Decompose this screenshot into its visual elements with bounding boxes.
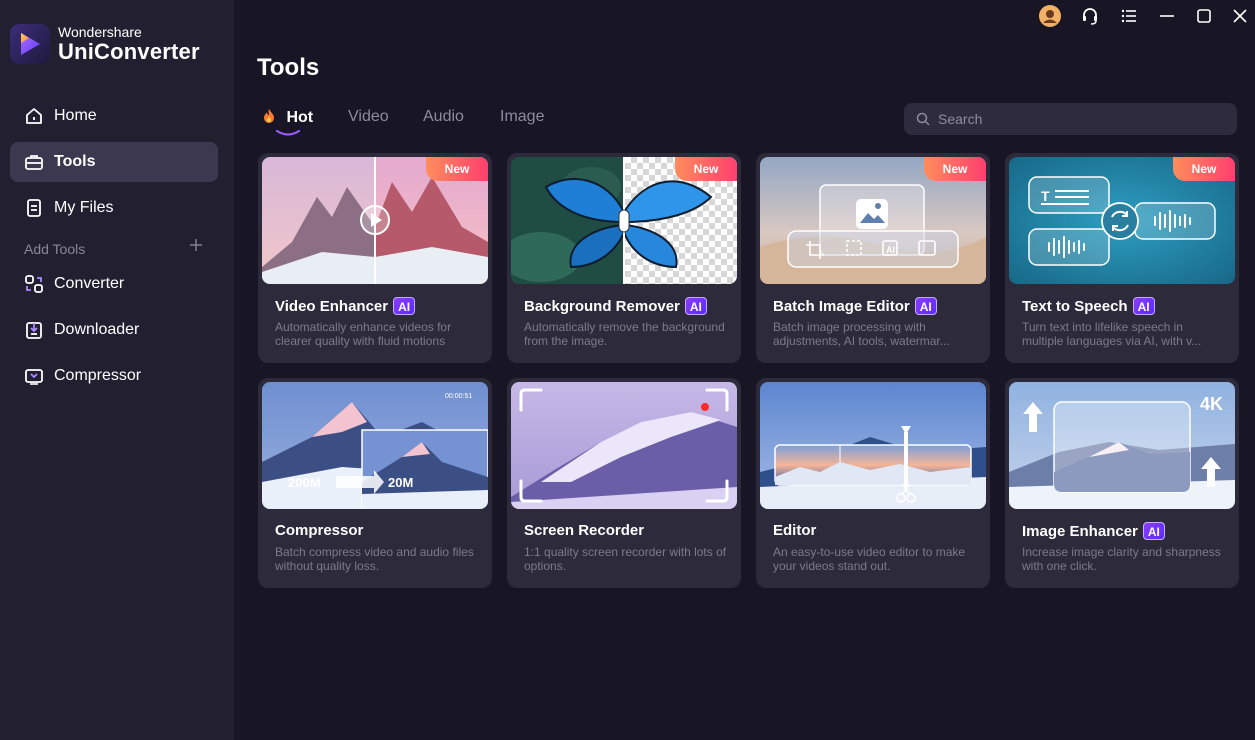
ai-badge: AI <box>393 297 416 315</box>
tool-card-screen-recorder[interactable]: Screen Recorder 1:1 quality screen recor… <box>507 378 741 588</box>
compressor-icon <box>24 366 44 386</box>
maximize-icon[interactable] <box>1192 4 1216 28</box>
new-badge: New <box>426 157 488 181</box>
tool-card-video-enhancer[interactable]: New Video Enhancer AI Automatically enha… <box>258 153 492 363</box>
sidebar-item-label: Tools <box>54 153 96 170</box>
product-name: UniConverter <box>58 39 200 64</box>
ai-badge: AI <box>914 297 937 315</box>
background-remover-thumbnail: New <box>511 157 737 284</box>
tool-card-text-to-speech[interactable]: T New Text to Speech AI Turn text into l… <box>1005 153 1239 363</box>
search-icon <box>916 112 930 126</box>
card-title: Video Enhancer AI <box>275 297 416 315</box>
card-title: Text to Speech AI <box>1022 297 1155 315</box>
tool-card-editor[interactable]: Editor An easy-to-use video editor to ma… <box>756 378 990 588</box>
card-description: An easy-to-use video editor to make your… <box>773 545 966 573</box>
card-description: Turn text into lifelike speech in multip… <box>1022 320 1202 348</box>
search-input[interactable] <box>938 111 1218 127</box>
ai-badge: AI <box>1142 522 1165 540</box>
add-tools-label: Add Tools <box>24 241 86 257</box>
close-icon[interactable] <box>1228 4 1252 28</box>
search-box[interactable] <box>904 103 1237 135</box>
tool-card-batch-image-editor[interactable]: AI New Batch Image Editor AI Batch image… <box>756 153 990 363</box>
text-to-speech-thumbnail: T New <box>1009 157 1235 284</box>
menu-list-icon[interactable] <box>1117 4 1141 28</box>
converter-icon <box>24 274 44 294</box>
add-tools-plus-icon[interactable] <box>188 237 204 253</box>
tab-audio[interactable]: Audio <box>423 108 464 126</box>
screen-recorder-thumbnail <box>511 382 737 509</box>
tool-card-background-remover[interactable]: New Background Remover AI Automatically … <box>507 153 741 363</box>
card-title-text: Screen Recorder <box>524 522 645 539</box>
sidebar: Wondershare UniConverter Home Tools My F… <box>0 0 234 740</box>
svg-text:AI: AI <box>886 245 895 255</box>
tool-card-image-enhancer[interactable]: 4K Image Enhancer AI Increase image clar… <box>1005 378 1239 588</box>
svg-text:T: T <box>1041 188 1050 204</box>
image-enhancer-thumbnail: 4K <box>1009 382 1235 509</box>
compress-to-size: 20M <box>388 475 413 490</box>
downloader-icon <box>24 320 44 340</box>
compress-from-size: 200M <box>288 475 321 490</box>
fire-icon <box>262 108 276 124</box>
ai-badge: AI <box>684 297 707 315</box>
card-title-text: Text to Speech <box>1022 297 1128 315</box>
page-title: Tools <box>257 54 320 81</box>
sidebar-item-label: My Files <box>54 199 114 216</box>
compressor-thumbnail: 200M 20M 00:00:51 <box>262 382 488 509</box>
app-logo: Wondershare UniConverter <box>10 24 200 64</box>
toolbox-icon <box>24 152 44 172</box>
tab-label: Hot <box>286 109 314 126</box>
card-description: Batch image processing with adjustments,… <box>773 320 950 348</box>
card-title-text: Background Remover <box>524 297 680 315</box>
card-title-text: Video Enhancer <box>275 297 389 315</box>
new-badge: New <box>924 157 986 181</box>
sidebar-item-compressor[interactable]: Compressor <box>10 356 218 396</box>
minimize-icon[interactable] <box>1155 4 1179 28</box>
active-tab-indicator <box>276 130 300 136</box>
sidebar-item-tools[interactable]: Tools <box>10 142 218 182</box>
tab-image[interactable]: Image <box>500 108 544 126</box>
support-headset-icon[interactable] <box>1078 4 1102 28</box>
batch-image-editor-thumbnail: AI New <box>760 157 986 284</box>
sidebar-item-downloader[interactable]: Downloader <box>10 310 218 350</box>
card-title-text: Batch Image Editor <box>773 297 910 315</box>
card-description: Automatically remove the background from… <box>524 320 725 348</box>
tab-hot[interactable]: Hot <box>262 108 314 136</box>
card-title: Compressor <box>275 522 363 539</box>
video-enhancer-thumbnail: New <box>262 157 488 284</box>
sidebar-item-label: Home <box>54 107 97 124</box>
sidebar-item-label: Downloader <box>54 321 140 338</box>
card-title: Editor <box>773 522 816 539</box>
sidebar-item-my-files[interactable]: My Files <box>10 188 218 228</box>
editor-thumbnail <box>760 382 986 509</box>
user-avatar[interactable] <box>1038 4 1062 28</box>
card-title-text: Compressor <box>275 522 364 539</box>
card-title: Batch Image Editor AI <box>773 297 937 315</box>
card-title: Screen Recorder <box>524 522 644 539</box>
sidebar-item-label: Compressor <box>54 367 142 384</box>
new-badge: New <box>1173 157 1235 181</box>
card-description: Batch compress video and audio files wit… <box>275 545 474 573</box>
tool-card-compressor[interactable]: 200M 20M 00:00:51 Compressor Batch compr… <box>258 378 492 588</box>
ai-badge: AI <box>1132 297 1155 315</box>
tab-video[interactable]: Video <box>348 108 389 126</box>
card-title: Image Enhancer AI <box>1022 522 1165 540</box>
video-timestamp: 00:00:51 <box>445 393 472 400</box>
card-title: Background Remover AI <box>524 297 707 315</box>
resolution-label: 4K <box>1200 394 1223 414</box>
sidebar-item-converter[interactable]: Converter <box>10 264 218 304</box>
uniconverter-logo-icon <box>10 24 50 64</box>
sidebar-item-label: Converter <box>54 275 125 292</box>
card-description: 1:1 quality screen recorder with lots of… <box>524 545 727 573</box>
new-badge: New <box>675 157 737 181</box>
card-description: Increase image clarity and sharpness wit… <box>1022 545 1221 573</box>
files-icon <box>24 198 44 218</box>
card-title-text: Image Enhancer <box>1022 522 1138 540</box>
sidebar-item-home[interactable]: Home <box>10 96 218 136</box>
card-title-text: Editor <box>773 522 817 539</box>
brand-name: Wondershare <box>58 24 142 40</box>
home-icon <box>24 106 44 126</box>
card-description: Automatically enhance videos for clearer… <box>275 320 452 348</box>
